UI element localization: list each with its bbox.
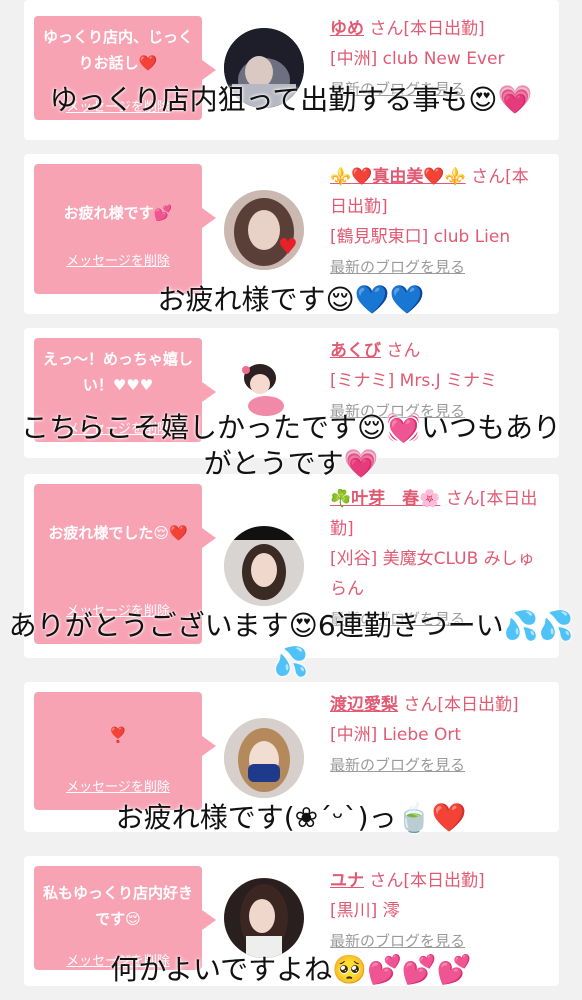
message-text: お疲れ様でした😌❤️ (48, 524, 188, 542)
cast-info: ⚜️❤️真由美❤️⚜️ さん[本日出勤] [鶴見駅東口] club Lien 最… (330, 162, 542, 282)
message-bubble: お疲れ様です💕 メッセージを削除 (34, 164, 216, 294)
latest-blog-link[interactable]: 最新のブログを見る (330, 750, 542, 780)
avatar-image: ♥ (224, 190, 304, 270)
overlay-caption: お疲れ様です😌💙💙 (157, 283, 425, 316)
cast-status: さん[本日出勤] (403, 695, 519, 715)
shop-label: [鶴見駅東口] club Lien (330, 227, 511, 247)
cast-name-link[interactable]: ⚜️❤️真由美❤️⚜️ (330, 167, 466, 187)
svg-text:♥: ♥ (278, 235, 298, 260)
avatar[interactable] (224, 718, 304, 798)
overlay-caption: 何かよいですよね🥺💕💕💕 (110, 953, 472, 986)
cast-name-link[interactable]: ユナ (330, 871, 364, 891)
shop-label: [中洲] Liebe Ort (330, 725, 462, 745)
message-text: お疲れ様です💕 (63, 204, 173, 222)
shop-label: [刈谷] 美魔女CLUB みしゅらん (330, 549, 535, 599)
message-bubble: ❣️ メッセージを削除 (34, 692, 216, 810)
avatar[interactable] (224, 878, 304, 958)
shop-label: [ミナミ] Mrs.J ミナミ (330, 371, 498, 391)
avatar-image (224, 878, 304, 958)
overlay-caption: こちらこそ嬉しかったです😌💓いつもありがとうです💗 (20, 411, 562, 480)
overlay-caption: ありがとうございます😍6連勤きつーい💦💦💦 (8, 609, 574, 678)
delete-message-link[interactable]: メッセージを削除 (34, 250, 202, 269)
cast-status: さん[本日出勤] (369, 871, 485, 891)
avatar-image (224, 526, 304, 606)
message-text: 私もゆっくり店内好きです😌 (42, 884, 193, 928)
shop-label: [中洲] club New Ever (330, 49, 505, 69)
cast-info: 渡辺愛梨 さん[本日出勤] [中洲] Liebe Ort 最新のブログを見る (330, 690, 542, 780)
overlay-caption: ゆっくり店内狙って出勤する事も😍💗 (49, 83, 533, 116)
cast-name-link[interactable]: ゆめ (330, 19, 364, 39)
latest-blog-link[interactable]: 最新のブログを見る (330, 252, 542, 282)
cast-info: ユナ さん[本日出勤] [黒川] 澪 最新のブログを見る (330, 866, 542, 956)
cast-status: さん (386, 341, 421, 361)
avatar[interactable]: ♥ (224, 190, 304, 270)
cast-name-link[interactable]: ☘️叶芽 春🌸 (330, 489, 440, 509)
overlay-caption: お疲れ様です(❀ˊᵕˋ)っ🍵❤️ (115, 801, 467, 834)
message-card: ゆっくり店内、じっくりお話し❤️ メッセージを削除 ゆめ さん[本日出勤] [中… (24, 0, 559, 140)
message-text: ❣️ (108, 726, 128, 744)
message-text: ゆっくり店内、じっくりお話し❤️ (42, 28, 193, 72)
delete-message-link[interactable]: メッセージを削除 (34, 776, 202, 795)
message-text: えっ〜！めっちゃ嬉しい！♥♥♥ (42, 350, 193, 394)
avatar-image (224, 718, 304, 798)
cast-status: さん[本日出勤] (369, 19, 485, 39)
shop-label: [黒川] 澪 (330, 901, 400, 921)
avatar[interactable] (224, 526, 304, 606)
cast-name-link[interactable]: あくび (330, 341, 381, 361)
cast-name-link[interactable]: 渡辺愛梨 (330, 695, 398, 715)
